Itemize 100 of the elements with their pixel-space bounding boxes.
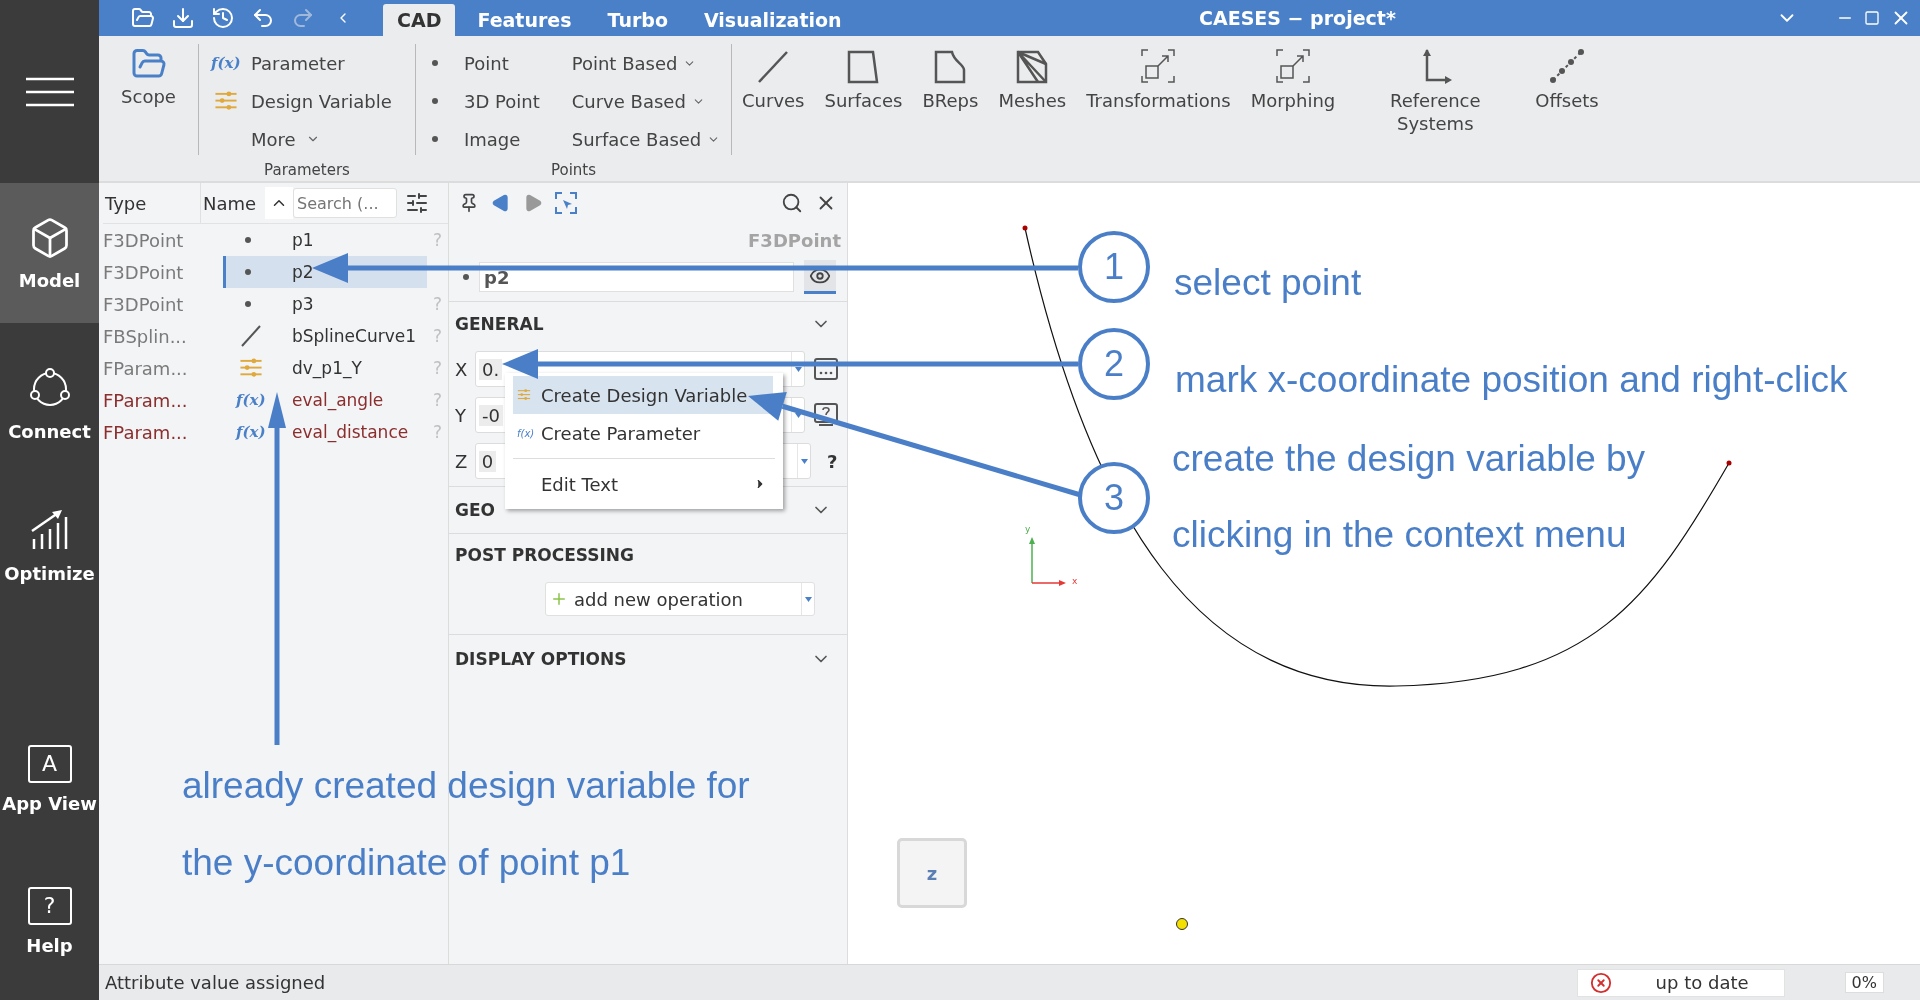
status-message: Attribute value assigned [105,972,326,993]
point-icon [245,301,251,307]
annotation-text: already created design variable for the y-coordinate of point p1 [182,764,751,885]
point-icon [432,136,438,142]
folder-icon[interactable] [131,6,155,30]
ribbon-button[interactable]: Curves [732,44,815,181]
table-cell-text: FParam... [103,389,189,411]
point-icon [245,237,251,243]
table-cell-text: F3DPoint [103,293,185,315]
ribbon-button[interactable]: More [211,120,392,158]
tree-item[interactable]: p3 [223,288,427,320]
annotation-text: create the design variable by clicking in the context menu [1172,437,1647,557]
menu-item[interactable]: f(x) Create Parameter [513,414,773,452]
ribbon-menu-button[interactable]: Point Based [571,44,721,82]
ribbon-button[interactable]: Reference Systems [1345,44,1526,181]
ribbon-tab[interactable]: Turbo [593,4,682,36]
tree-item[interactable]: bSplineCurve1 [223,320,427,352]
maximize-icon[interactable] [1864,10,1880,26]
ribbon-button[interactable]: Transformations [1076,44,1241,181]
sort-button[interactable] [265,187,293,219]
select-icon[interactable] [555,192,577,214]
ribbon-button[interactable]: Design Variable [211,82,392,120]
app-icon: A [27,744,72,783]
caret-icon[interactable] [800,458,808,464]
caret-icon[interactable] [794,366,802,372]
axis-label: x [1072,577,1078,586]
ribbon-tab[interactable]: Visualization [689,4,856,36]
help-icon[interactable] [814,403,838,427]
status-text: up to date [1655,972,1749,993]
ribbon-button[interactable]: Morphing [1240,44,1346,181]
sliders-icon [517,389,531,401]
help-button[interactable]: ? [817,450,847,472]
caret-icon[interactable] [804,596,812,602]
help-icon: ? [27,886,72,925]
section-header[interactable]: POST PROCESSING [449,533,847,576]
table-cell-text: FParam... [103,357,189,379]
point-icon [245,269,251,275]
tree-item[interactable]: f(x) eval_angle [223,384,427,416]
type-label: F3DPoint [747,228,842,253]
filter-icon[interactable] [405,191,429,215]
table-cell-text: FParam... [103,421,189,443]
column-header[interactable]: Name [201,183,265,223]
tree-item[interactable]: dv_p1_Y [223,352,427,384]
download-icon[interactable] [171,6,195,30]
function-icon: f(x) [211,54,241,72]
ribbon-button[interactable]: Point [428,44,540,82]
ribbon-button[interactable]: Surfaces [814,44,913,181]
ribbon-button[interactable]: f(x) Parameter [211,44,392,82]
table-cell-text: F3DPoint [103,229,185,251]
table-cell-text: FBSplin... [103,325,188,347]
column-header[interactable]: Type [103,183,201,223]
tree-item[interactable]: p1 [223,224,427,256]
ribbon-button[interactable]: Offsets [1525,44,1609,181]
ribbon-tab[interactable]: CAD [383,4,456,36]
more-icon[interactable] [814,358,838,380]
error-icon [1589,971,1612,994]
help-mark: ? [433,294,443,314]
group-label: Points [549,161,598,179]
ribbon-tab[interactable]: Features [463,4,586,36]
search-field[interactable]: Search (... [293,188,397,218]
sliders-icon [239,358,263,378]
redo-icon[interactable] [291,6,315,30]
annotation-text: mark x-coordinate position and right-click [1175,358,1848,402]
tree-item[interactable]: f(x) eval_distance [223,416,427,448]
ribbon-button[interactable]: BReps [912,44,989,181]
point-icon [432,98,438,104]
add-operation-button[interactable]: add new operation [545,582,815,616]
ribbon-button[interactable]: 3D Point [428,82,540,120]
section-header[interactable]: GENERAL [449,301,847,346]
window-title: CAESES − project* [1199,6,1396,31]
help-mark: ? [433,422,443,442]
ribbon-menu-button[interactable]: Curve Based [571,82,721,120]
forward-icon[interactable] [523,193,543,213]
search-icon[interactable] [781,192,803,214]
sidebar-item[interactable]: Connect [0,343,99,465]
ribbon-menu-button[interactable]: Surface Based [571,120,721,158]
help-mark: ? [433,326,443,346]
help-mark: ? [433,358,443,378]
menu-icon[interactable] [25,75,74,108]
undo-icon[interactable] [251,6,275,30]
annotation-text: select point [1174,261,1362,305]
section-header[interactable]: DISPLAY OPTIONS [449,634,847,683]
caret-icon[interactable] [794,412,802,418]
function-icon: f(x) [236,391,266,409]
ribbon-button[interactable]: Image [428,120,540,158]
scope-button[interactable]: Scope [99,44,198,155]
sidebar-item[interactable]: Model [0,183,99,323]
help-mark: ? [433,390,443,410]
history-icon[interactable] [211,6,235,30]
pin-icon[interactable] [459,193,479,213]
ribbon-button[interactable]: Meshes [988,44,1077,181]
menu-item[interactable]: Create Design Variable [513,376,773,414]
sidebar-item[interactable]: Optimize [0,485,99,607]
sidebar-item[interactable]: ? Help [0,860,99,982]
field-label: X [455,358,469,380]
field-label: Z [455,450,469,472]
view-cube[interactable]: z [897,838,967,908]
plus-icon [550,590,568,608]
back-icon[interactable] [491,193,511,213]
sidebar-item[interactable]: A App View [0,718,99,840]
